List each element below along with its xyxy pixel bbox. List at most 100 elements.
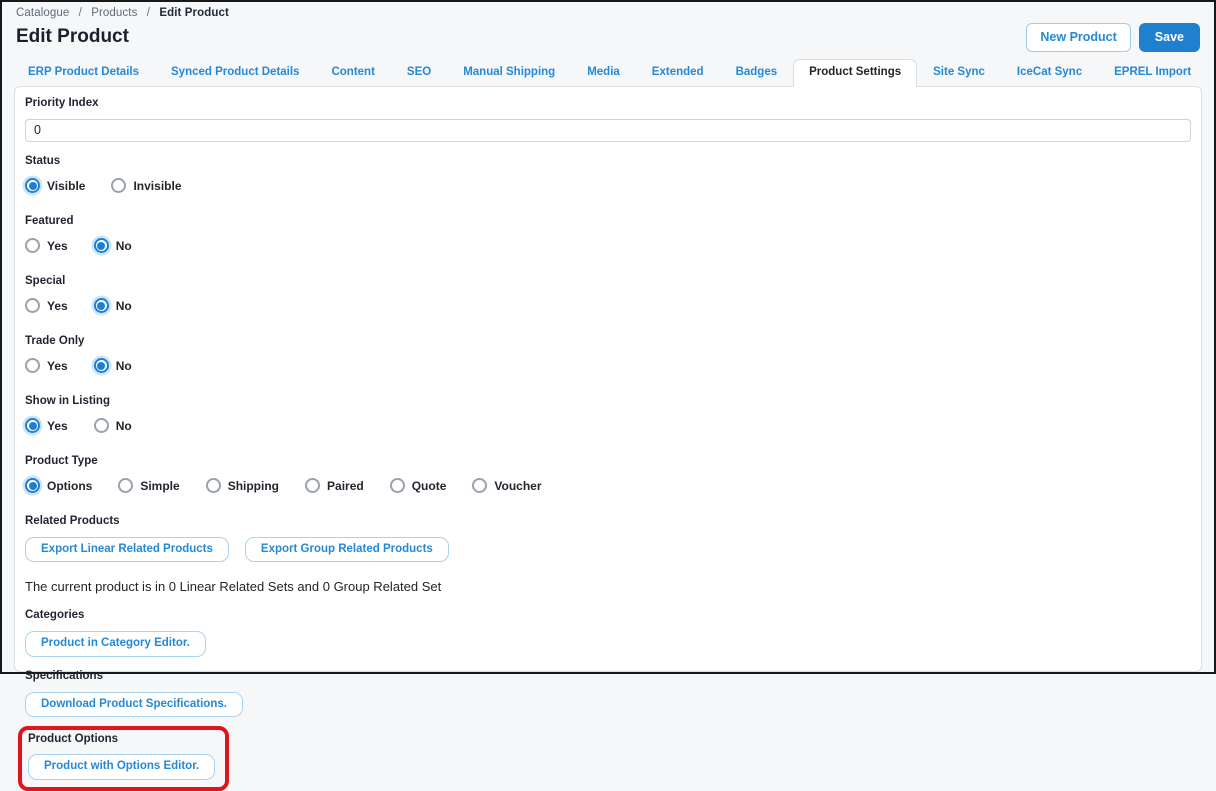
radio-option-label: No [116, 359, 132, 373]
radio-trade-only-yes[interactable]: Yes [25, 358, 68, 373]
categories-label: Categories [25, 609, 1191, 621]
radio-show-in-listing-yes[interactable]: Yes [25, 418, 68, 433]
radio-option-label: Options [47, 479, 92, 493]
radio-option-label: Yes [47, 239, 68, 253]
radio-show-in-listing-no[interactable]: No [94, 418, 132, 433]
product-with-options-editor-button[interactable]: Product with Options Editor. [28, 754, 215, 780]
radio-option-label: No [116, 239, 132, 253]
radio-button-icon[interactable] [25, 358, 40, 373]
radio-trade-only-no[interactable]: No [94, 358, 132, 373]
related-products-summary: The current product is in 0 Linear Relat… [25, 579, 1191, 594]
page-title: Edit Product [16, 26, 129, 48]
radio-special-yes[interactable]: Yes [25, 298, 68, 313]
tab-media[interactable]: Media [571, 59, 636, 86]
radio-product-type-quote[interactable]: Quote [390, 478, 447, 493]
radio-button-icon[interactable] [118, 478, 133, 493]
save-button[interactable]: Save [1139, 23, 1200, 52]
radio-option-label: No [116, 299, 132, 313]
radio-featured-no[interactable]: No [94, 238, 132, 253]
tab-eprel-import[interactable]: EPREL Import [1098, 59, 1207, 86]
radio-option-label: Paired [327, 479, 364, 493]
radio-button-icon[interactable] [25, 418, 40, 433]
page-header: Catalogue / Products / Edit Product Edit… [2, 2, 1214, 52]
field-special: SpecialYesNo [25, 275, 1191, 315]
product-options-highlight-annotation: Product Options Product with Options Edi… [18, 726, 229, 791]
field-priority-index: Priority Index [25, 97, 1191, 142]
radio-product-type-options[interactable]: Options [25, 478, 92, 493]
radio-option-label: Quote [412, 479, 447, 493]
radio-button-icon[interactable] [111, 178, 126, 193]
radio-product-type-paired[interactable]: Paired [305, 478, 364, 493]
radio-option-label: Yes [47, 299, 68, 313]
tab-erp-product-details[interactable]: ERP Product Details [12, 59, 155, 86]
radio-featured-yes[interactable]: Yes [25, 238, 68, 253]
radio-button-icon[interactable] [94, 418, 109, 433]
tab-product-settings[interactable]: Product Settings [793, 59, 917, 87]
field-product-type: Product TypeOptionsSimpleShippingPairedQ… [25, 455, 1191, 495]
breadcrumb-edit-product: Edit Product [159, 7, 229, 19]
download-product-specifications-button[interactable]: Download Product Specifications. [25, 692, 243, 718]
export-linear-related-products-button[interactable]: Export Linear Related Products [25, 537, 229, 563]
product-settings-panel: Priority Index Status Visible Invisible Fea… [14, 86, 1202, 673]
radio-option-label: Yes [47, 359, 68, 373]
breadcrumb-catalogue[interactable]: Catalogue [16, 7, 69, 19]
show-in-listing-radio-group: Yes No [25, 417, 1191, 435]
product-type-radio-group: Options Simple Shipping Paired Quote Voucher [25, 477, 1191, 495]
radio-button-icon[interactable] [25, 298, 40, 313]
trade-only-label: Trade Only [25, 335, 1191, 347]
specifications-label: Specifications [25, 670, 1191, 682]
radio-product-type-voucher[interactable]: Voucher [472, 478, 541, 493]
tab-site-sync[interactable]: Site Sync [917, 59, 1001, 86]
product-options-label: Product Options [28, 733, 215, 745]
radio-button-icon[interactable] [25, 478, 40, 493]
tab-bar: ERP Product DetailsSynced Product Detail… [2, 59, 1214, 86]
tab-synced-product-details[interactable]: Synced Product Details [155, 59, 315, 86]
new-product-button[interactable]: New Product [1026, 23, 1130, 52]
field-featured: Featured Yes No [25, 215, 1191, 255]
priority-index-input[interactable] [25, 119, 1191, 142]
tab-manual-shipping[interactable]: Manual Shipping [447, 59, 571, 86]
radio-button-icon[interactable] [206, 478, 221, 493]
breadcrumb-separator: / [147, 7, 150, 19]
radio-option-label: Visible [47, 179, 85, 193]
radio-button-icon[interactable] [94, 238, 109, 253]
tab-content[interactable]: Content [315, 59, 390, 86]
radio-option-label: Yes [47, 419, 68, 433]
radio-button-icon[interactable] [94, 298, 109, 313]
related-products-label: Related Products [25, 515, 1191, 527]
breadcrumb: Catalogue / Products / Edit Product [16, 7, 1200, 19]
radio-groups: StatusVisibleInvisibleFeaturedYesNoSpeci… [25, 155, 1191, 495]
breadcrumb-products[interactable]: Products [91, 7, 137, 19]
radio-button-icon[interactable] [94, 358, 109, 373]
export-group-related-products-button[interactable]: Export Group Related Products [245, 537, 449, 563]
radio-product-type-shipping[interactable]: Shipping [206, 478, 279, 493]
field-related-products: Related Products Export Linear Related P… [25, 515, 1191, 595]
trade-only-radio-group: Yes No [25, 357, 1191, 375]
show-in-listing-label: Show in Listing [25, 395, 1191, 407]
tab-icecat-sync[interactable]: IceCat Sync [1001, 59, 1098, 86]
product-in-category-editor-button[interactable]: Product in Category Editor. [25, 631, 206, 657]
breadcrumb-separator: / [79, 7, 82, 19]
radio-button-icon[interactable] [390, 478, 405, 493]
radio-option-label: Invisible [133, 179, 181, 193]
featured-label: Featured [25, 215, 1191, 227]
field-show-in-listing: Show in Listing Yes No [25, 395, 1191, 435]
radio-button-icon[interactable] [472, 478, 487, 493]
status-label: Status [25, 155, 1191, 167]
tab-extended[interactable]: Extended [636, 59, 720, 86]
radio-status-visible[interactable]: Visible [25, 178, 85, 193]
status-radio-group: Visible Invisible [25, 177, 1191, 195]
priority-index-label: Priority Index [25, 97, 1191, 109]
radio-button-icon[interactable] [25, 238, 40, 253]
radio-product-type-simple[interactable]: Simple [118, 478, 179, 493]
tab-badges[interactable]: Badges [720, 59, 794, 86]
tab-seo[interactable]: SEO [391, 59, 447, 86]
radio-option-label: Voucher [494, 479, 541, 493]
radio-button-icon[interactable] [25, 178, 40, 193]
field-product-options: Product Options Product with Options Edi… [28, 733, 215, 780]
radio-option-label: Simple [140, 479, 179, 493]
radio-button-icon[interactable] [305, 478, 320, 493]
field-status: Status Visible Invisible [25, 155, 1191, 195]
radio-status-invisible[interactable]: Invisible [111, 178, 181, 193]
radio-special-no[interactable]: No [94, 298, 132, 313]
